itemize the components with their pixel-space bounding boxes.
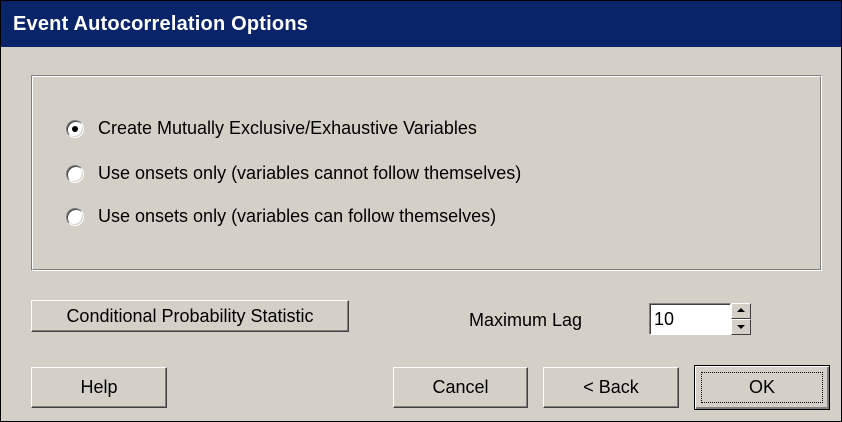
window-title: Event Autocorrelation Options [13,13,309,35]
ok-button[interactable]: OK [694,365,830,410]
arrow-down-icon [737,325,745,329]
radio-label: Use onsets only (variables can follow th… [98,206,497,226]
radio-option-onsets-cannot-follow[interactable]: Use onsets only (variables cannot follow… [66,163,521,184]
maximum-lag-input[interactable]: 10 [649,303,731,335]
spin-up-button[interactable] [731,303,751,319]
radio-button[interactable] [66,119,84,138]
help-button[interactable]: Help [31,367,167,408]
radio-label: Use onsets only (variables cannot follow… [98,163,522,183]
options-group: Create Mutually Exclusive/Exhaustive Var… [31,75,822,271]
conditional-probability-statistic-button[interactable]: Conditional Probability Statistic [31,300,349,332]
radio-selected-dot [72,125,78,132]
spin-down-button[interactable] [731,319,751,335]
radio-option-onsets-can-follow[interactable]: Use onsets only (variables can follow th… [66,206,496,227]
title-bar[interactable]: Event Autocorrelation Options [1,1,841,47]
back-button[interactable]: < Back [543,367,679,408]
radio-button[interactable] [66,164,84,183]
dialog-window: Event Autocorrelation Options Create Mut… [0,0,842,422]
radio-label: Create Mutually Exclusive/Exhaustive Var… [98,118,477,138]
focus-rectangle [701,372,823,403]
radio-option-mutually-exclusive[interactable]: Create Mutually Exclusive/Exhaustive Var… [66,118,477,139]
radio-button[interactable] [66,207,84,226]
arrow-up-icon [737,308,745,312]
maximum-lag-spinner[interactable] [731,303,751,335]
maximum-lag-label: Maximum Lag [469,310,583,330]
cancel-button[interactable]: Cancel [393,367,528,408]
